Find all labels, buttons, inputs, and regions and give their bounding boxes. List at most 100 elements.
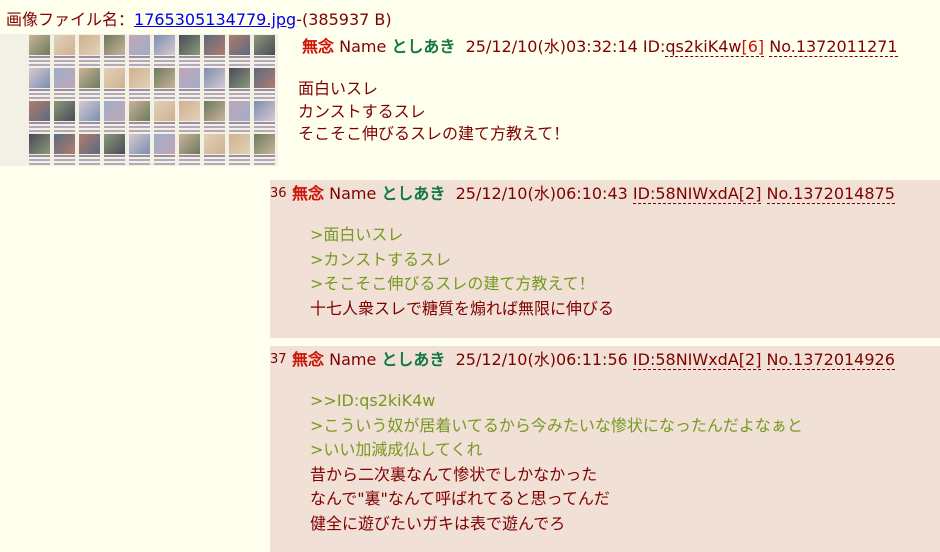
thumbnail-tile xyxy=(253,133,276,166)
name-label: Name xyxy=(329,184,377,203)
thumbnail-tile xyxy=(78,133,101,166)
thumbnail-tile-image xyxy=(254,68,275,88)
post-id[interactable]: ID:qs2kiK4w[6] xyxy=(642,37,765,57)
thumbnail-tile-caption xyxy=(204,122,225,124)
reply-post: 37 無念 Name としあき 25/12/10(水)06:11:56 ID:5… xyxy=(270,346,940,552)
thumbnail-tile xyxy=(253,100,276,133)
thumbnail-tile xyxy=(203,133,226,166)
thumbnail-tile-image xyxy=(204,134,225,154)
thumbnail-tile-caption xyxy=(154,56,175,58)
id-prefix: ID: xyxy=(642,37,666,56)
thumbnail-tile-caption xyxy=(154,89,175,91)
thumbnail-tile xyxy=(153,67,176,100)
quote-line: >いい加減成仏してくれ xyxy=(310,440,483,460)
thumbnail-tile-image xyxy=(54,68,75,88)
thumbnail-tile xyxy=(228,133,251,166)
thumbnail-tile xyxy=(203,100,226,133)
thumbnail-image[interactable] xyxy=(0,34,278,166)
thumbnail-tile xyxy=(28,100,51,133)
thumbnail-tile-caption xyxy=(79,56,100,58)
file-info: 画像ファイル名：1765305134779.jpg-(385937 B) xyxy=(6,10,392,30)
thumbnail-tile xyxy=(153,100,176,133)
thumbnail-tile-caption xyxy=(29,122,50,124)
post-subject: 無念 xyxy=(292,350,325,369)
post-date: 25/12/10(水)06:11:56 xyxy=(455,350,628,369)
file-link[interactable]: 1765305134779.jpg xyxy=(134,10,296,29)
name-label: Name xyxy=(339,37,387,56)
thumbnail-tile xyxy=(228,34,251,67)
thumbnail-tile-caption xyxy=(54,122,75,124)
thumbnail-tile-caption xyxy=(29,155,50,157)
thumbnail-tile-caption xyxy=(179,155,200,157)
thumbnail-tile xyxy=(178,133,201,166)
op-header: 無念 Name としあき 25/12/10(水)03:32:14 ID:qs2k… xyxy=(302,36,898,58)
thumbnail-tile-caption xyxy=(79,89,100,91)
post-number[interactable]: No.1372014875 xyxy=(766,184,895,204)
thumbnail-tile-caption xyxy=(104,155,125,157)
reply-header: 無念 Name としあき 25/12/10(水)06:11:56 ID:58NI… xyxy=(292,349,895,371)
post-date: 25/12/10(水)03:32:14 xyxy=(465,37,638,56)
quote-line: >こういう奴が居着いてるから今みたいな惨状になったんだよなぁと xyxy=(310,415,803,435)
thumbnail-tile xyxy=(253,67,276,100)
thumbnail-tile-caption xyxy=(254,155,275,157)
quote-line: >そこそこ伸びるスレの建て方教えて！ xyxy=(310,274,595,294)
thumbnail-tile-caption xyxy=(179,56,200,58)
thumbnail-tile-image xyxy=(29,134,50,154)
thumbnail-tile-caption xyxy=(254,56,275,58)
thumbnail-tile xyxy=(78,100,101,133)
thumbnail-tile xyxy=(53,67,76,100)
file-label: 画像ファイル名： xyxy=(6,10,135,29)
quote-line[interactable]: >>ID:qs2kiK4w xyxy=(310,389,803,414)
thumbnail-tile-image xyxy=(229,68,250,88)
thumbnail-tile-image xyxy=(129,101,150,121)
thumbnail-tile xyxy=(128,67,151,100)
thumbnail-tile-caption xyxy=(254,122,275,124)
thumbnail-tile-image xyxy=(229,101,250,121)
post-id[interactable]: ID:58NIWxdA[2] xyxy=(632,350,762,370)
thumbnail-tile-image xyxy=(204,68,225,88)
thumbnail-tile-image xyxy=(129,68,150,88)
op-line: 面白いスレ xyxy=(298,79,379,98)
thumbnail-tile-image xyxy=(254,101,275,121)
post-subject: 無念 xyxy=(292,184,325,203)
op-line: カンストするスレ xyxy=(298,101,426,121)
thumbnail-tile xyxy=(128,34,151,67)
thumbnail-tile-caption xyxy=(204,89,225,91)
thumbnail-tile-image xyxy=(129,134,150,154)
thumbnail-tile-image xyxy=(29,35,50,55)
quote-line: >面白いスレ xyxy=(310,225,404,244)
thumbnail-tile xyxy=(228,67,251,100)
thumbnail-tile-caption xyxy=(204,56,225,58)
thumbnail-tile-caption xyxy=(154,155,175,157)
thumbnail-tile xyxy=(153,34,176,67)
thumbnail-tile-caption xyxy=(229,56,250,58)
thumbnail-tile xyxy=(178,100,201,133)
body-line: 昔から二次裏なんて惨状でしかなかった xyxy=(310,464,598,484)
quote-line: >カンストするスレ xyxy=(310,249,452,269)
thumbnail-tile-caption xyxy=(79,122,100,124)
thumbnail-tile-caption xyxy=(54,56,75,58)
thumbnail-tile xyxy=(28,34,51,67)
thumbnail-tile-caption xyxy=(104,89,125,91)
thumbnail-tile-caption xyxy=(129,122,150,124)
id-value: qs2kiK4w xyxy=(665,37,742,56)
thumbnail-tile-caption xyxy=(179,122,200,124)
file-size: -(385937 B) xyxy=(296,10,392,29)
post-number[interactable]: No.1372014926 xyxy=(766,350,895,370)
thumbnail-tile-caption xyxy=(54,155,75,157)
thumbnail-tile xyxy=(203,67,226,100)
thumbnail-tile-image xyxy=(204,35,225,55)
thumbnail-tile xyxy=(103,133,126,166)
reply-body: >面白いスレ >カンストするスレ >そこそこ伸びるスレの建て方教えて！ 十七人衆… xyxy=(310,223,614,321)
thumbnail-tile-image xyxy=(79,134,100,154)
thumbnail-tile-caption xyxy=(104,56,125,58)
post-number[interactable]: No.1372011271 xyxy=(769,37,898,57)
thumbnail-tile xyxy=(103,34,126,67)
thumbnail-tile xyxy=(28,67,51,100)
thumbnail-tile-caption xyxy=(229,122,250,124)
thumbnail-tile-image xyxy=(54,134,75,154)
id-link[interactable]: qs2kiK4w[6] xyxy=(665,37,765,57)
thumbnail-tile xyxy=(178,67,201,100)
post-id[interactable]: ID:58NIWxdA[2] xyxy=(632,184,762,204)
poster-name: としあき xyxy=(391,37,456,56)
